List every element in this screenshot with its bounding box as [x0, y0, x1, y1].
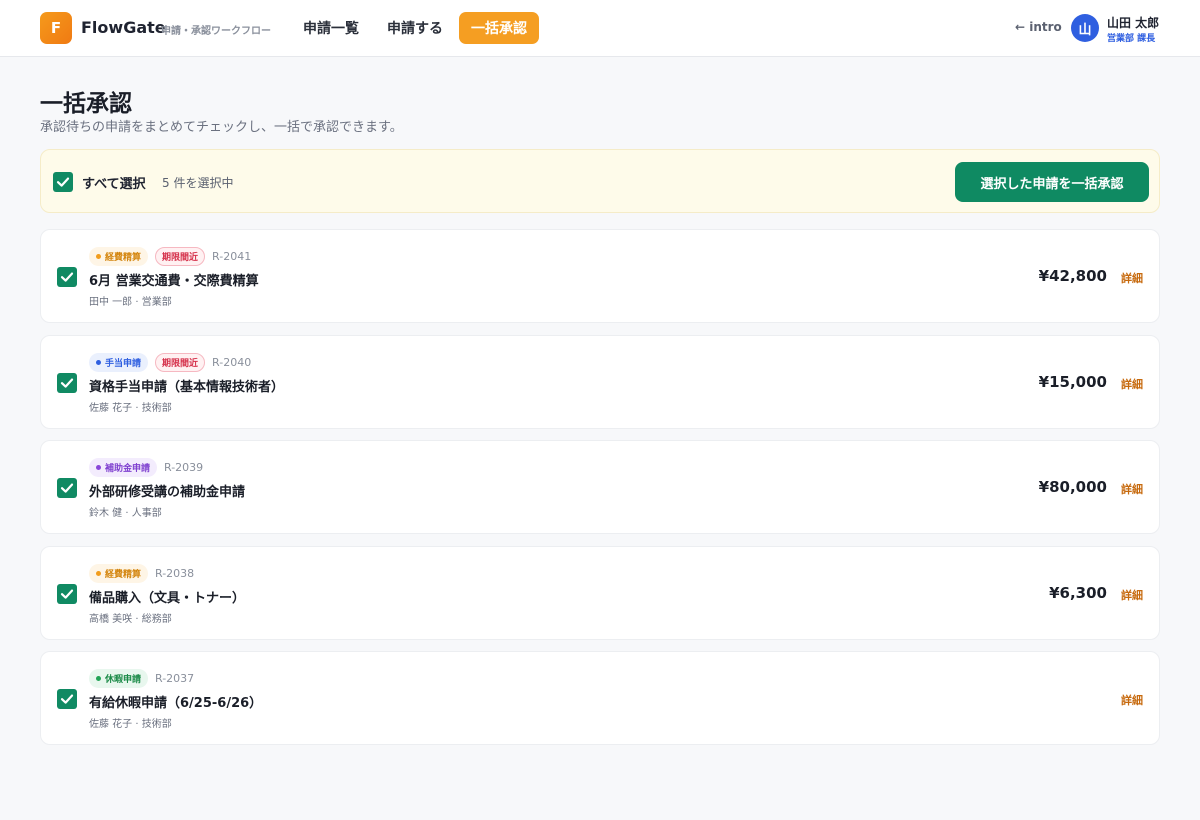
- request-checkbox[interactable]: [57, 584, 77, 604]
- request-card[interactable]: 手当申請 期限間近 R-2040 資格手当申請（基本情報技術者） 佐藤 花子 ·…: [40, 335, 1160, 429]
- select-all-label[interactable]: すべて選択: [82, 173, 146, 192]
- page-title: 一括承認: [40, 91, 132, 117]
- request-checkbox[interactable]: [57, 689, 77, 709]
- detail-link[interactable]: 詳細: [1121, 692, 1143, 708]
- request-card[interactable]: 経費精算 期限間近 R-2041 6月 営業交通費・交際費精算 田中 一郎 · …: [40, 229, 1160, 323]
- request-title[interactable]: 有給休暇申請（6/25-6/26）: [89, 692, 262, 711]
- category-label: 経費精算: [105, 569, 142, 580]
- request-id: R-2037: [155, 671, 195, 685]
- request-checkbox[interactable]: [57, 373, 77, 393]
- request-card[interactable]: 補助金申請 R-2039 外部研修受講の補助金申請 鈴木 健 · 人事部 ¥80…: [40, 440, 1160, 534]
- detail-link[interactable]: 詳細: [1121, 270, 1143, 286]
- category-badge: 手当申請: [89, 352, 149, 372]
- category-label: 手当申請: [105, 358, 142, 369]
- brand-tagline: 申請・承認ワークフロー: [161, 26, 271, 37]
- category-dot-icon: [96, 675, 101, 681]
- request-card[interactable]: 経費精算 R-2038 備品購入（文具・トナー） 高橋 美咲 · 総務部 ¥6,…: [40, 546, 1160, 640]
- request-title[interactable]: 6月 営業交通費・交際費精算: [89, 270, 259, 289]
- request-id: R-2041: [212, 249, 252, 263]
- request-applicant: 佐藤 花子 · 技術部: [89, 403, 172, 414]
- request-applicant: 田中 一郎 · 営業部: [89, 297, 172, 308]
- category-label: 休暇申請: [105, 674, 142, 685]
- logo-icon[interactable]: F: [40, 12, 72, 44]
- category-dot-icon: [96, 570, 101, 576]
- request-applicant: 鈴木 健 · 人事部: [89, 508, 162, 519]
- app-header: F FlowGate 申請・承認ワークフロー 申請一覧 申請する 一括承認 ← …: [0, 0, 1200, 57]
- user-role: 営業部 課長: [1107, 34, 1156, 44]
- request-card[interactable]: 休暇申請 R-2037 有給休暇申請（6/25-6/26） 佐藤 花子 · 技術…: [40, 651, 1160, 745]
- request-id: R-2040: [212, 355, 252, 369]
- category-label: 補助金申請: [105, 463, 151, 474]
- request-id: R-2039: [164, 460, 204, 474]
- nav-request-list[interactable]: 申請一覧: [303, 18, 359, 38]
- category-label: 経費精算: [105, 252, 142, 263]
- category-badge: 補助金申請: [89, 457, 158, 477]
- check-icon: [60, 272, 74, 282]
- request-applicant: 高橋 美咲 · 総務部: [89, 614, 172, 625]
- category-badge: 休暇申請: [89, 668, 149, 688]
- page-subtitle: 承認待ちの申請をまとめてチェックし、一括で承認できます。: [40, 120, 403, 135]
- nav-new-request[interactable]: 申請する: [387, 18, 443, 38]
- request-amount: ¥42,800: [1038, 267, 1107, 285]
- request-id: R-2038: [155, 566, 195, 580]
- category-dot-icon: [96, 253, 101, 259]
- request-amount: ¥15,000: [1038, 373, 1107, 391]
- category-dot-icon: [96, 359, 101, 365]
- check-icon: [60, 589, 74, 599]
- check-icon: [60, 694, 74, 704]
- request-tags: 手当申請 期限間近 R-2040: [89, 352, 251, 372]
- request-tags: 経費精算 R-2038: [89, 563, 194, 583]
- request-applicant: 佐藤 花子 · 技術部: [89, 719, 172, 730]
- deadline-badge: 期限間近: [155, 352, 206, 372]
- select-all-bar: すべて選択 5 件を選択中 選択した申請を一括承認: [40, 149, 1160, 213]
- bulk-approve-button[interactable]: 選択した申請を一括承認: [955, 162, 1149, 202]
- category-dot-icon: [96, 464, 101, 470]
- select-all-checkbox[interactable]: [53, 172, 73, 192]
- category-badge: 経費精算: [89, 563, 149, 583]
- request-title[interactable]: 備品購入（文具・トナー）: [89, 587, 245, 606]
- intro-back-link[interactable]: ← intro: [1015, 20, 1062, 34]
- nav-bulk-approve[interactable]: 一括承認: [459, 12, 539, 44]
- detail-link[interactable]: 詳細: [1121, 587, 1143, 603]
- request-title[interactable]: 外部研修受講の補助金申請: [89, 481, 245, 500]
- deadline-badge: 期限間近: [155, 246, 206, 266]
- request-tags: 経費精算 期限間近 R-2041: [89, 246, 251, 266]
- detail-link[interactable]: 詳細: [1121, 376, 1143, 392]
- request-tags: 休暇申請 R-2037: [89, 668, 194, 688]
- request-checkbox[interactable]: [57, 267, 77, 287]
- brand-name[interactable]: FlowGate: [81, 18, 166, 37]
- request-amount: ¥6,300: [1049, 584, 1107, 602]
- check-icon: [60, 483, 74, 493]
- request-checkbox[interactable]: [57, 478, 77, 498]
- request-tags: 補助金申請 R-2039: [89, 457, 203, 477]
- category-badge: 経費精算: [89, 246, 149, 266]
- avatar[interactable]: 山: [1071, 14, 1099, 42]
- detail-link[interactable]: 詳細: [1121, 481, 1143, 497]
- request-amount: ¥80,000: [1038, 478, 1107, 496]
- user-name: 山田 太郎: [1107, 16, 1160, 30]
- check-icon: [60, 378, 74, 388]
- request-title[interactable]: 資格手当申請（基本情報技術者）: [89, 376, 284, 395]
- check-icon: [56, 177, 70, 187]
- selected-count: 5 件を選択中: [162, 176, 234, 190]
